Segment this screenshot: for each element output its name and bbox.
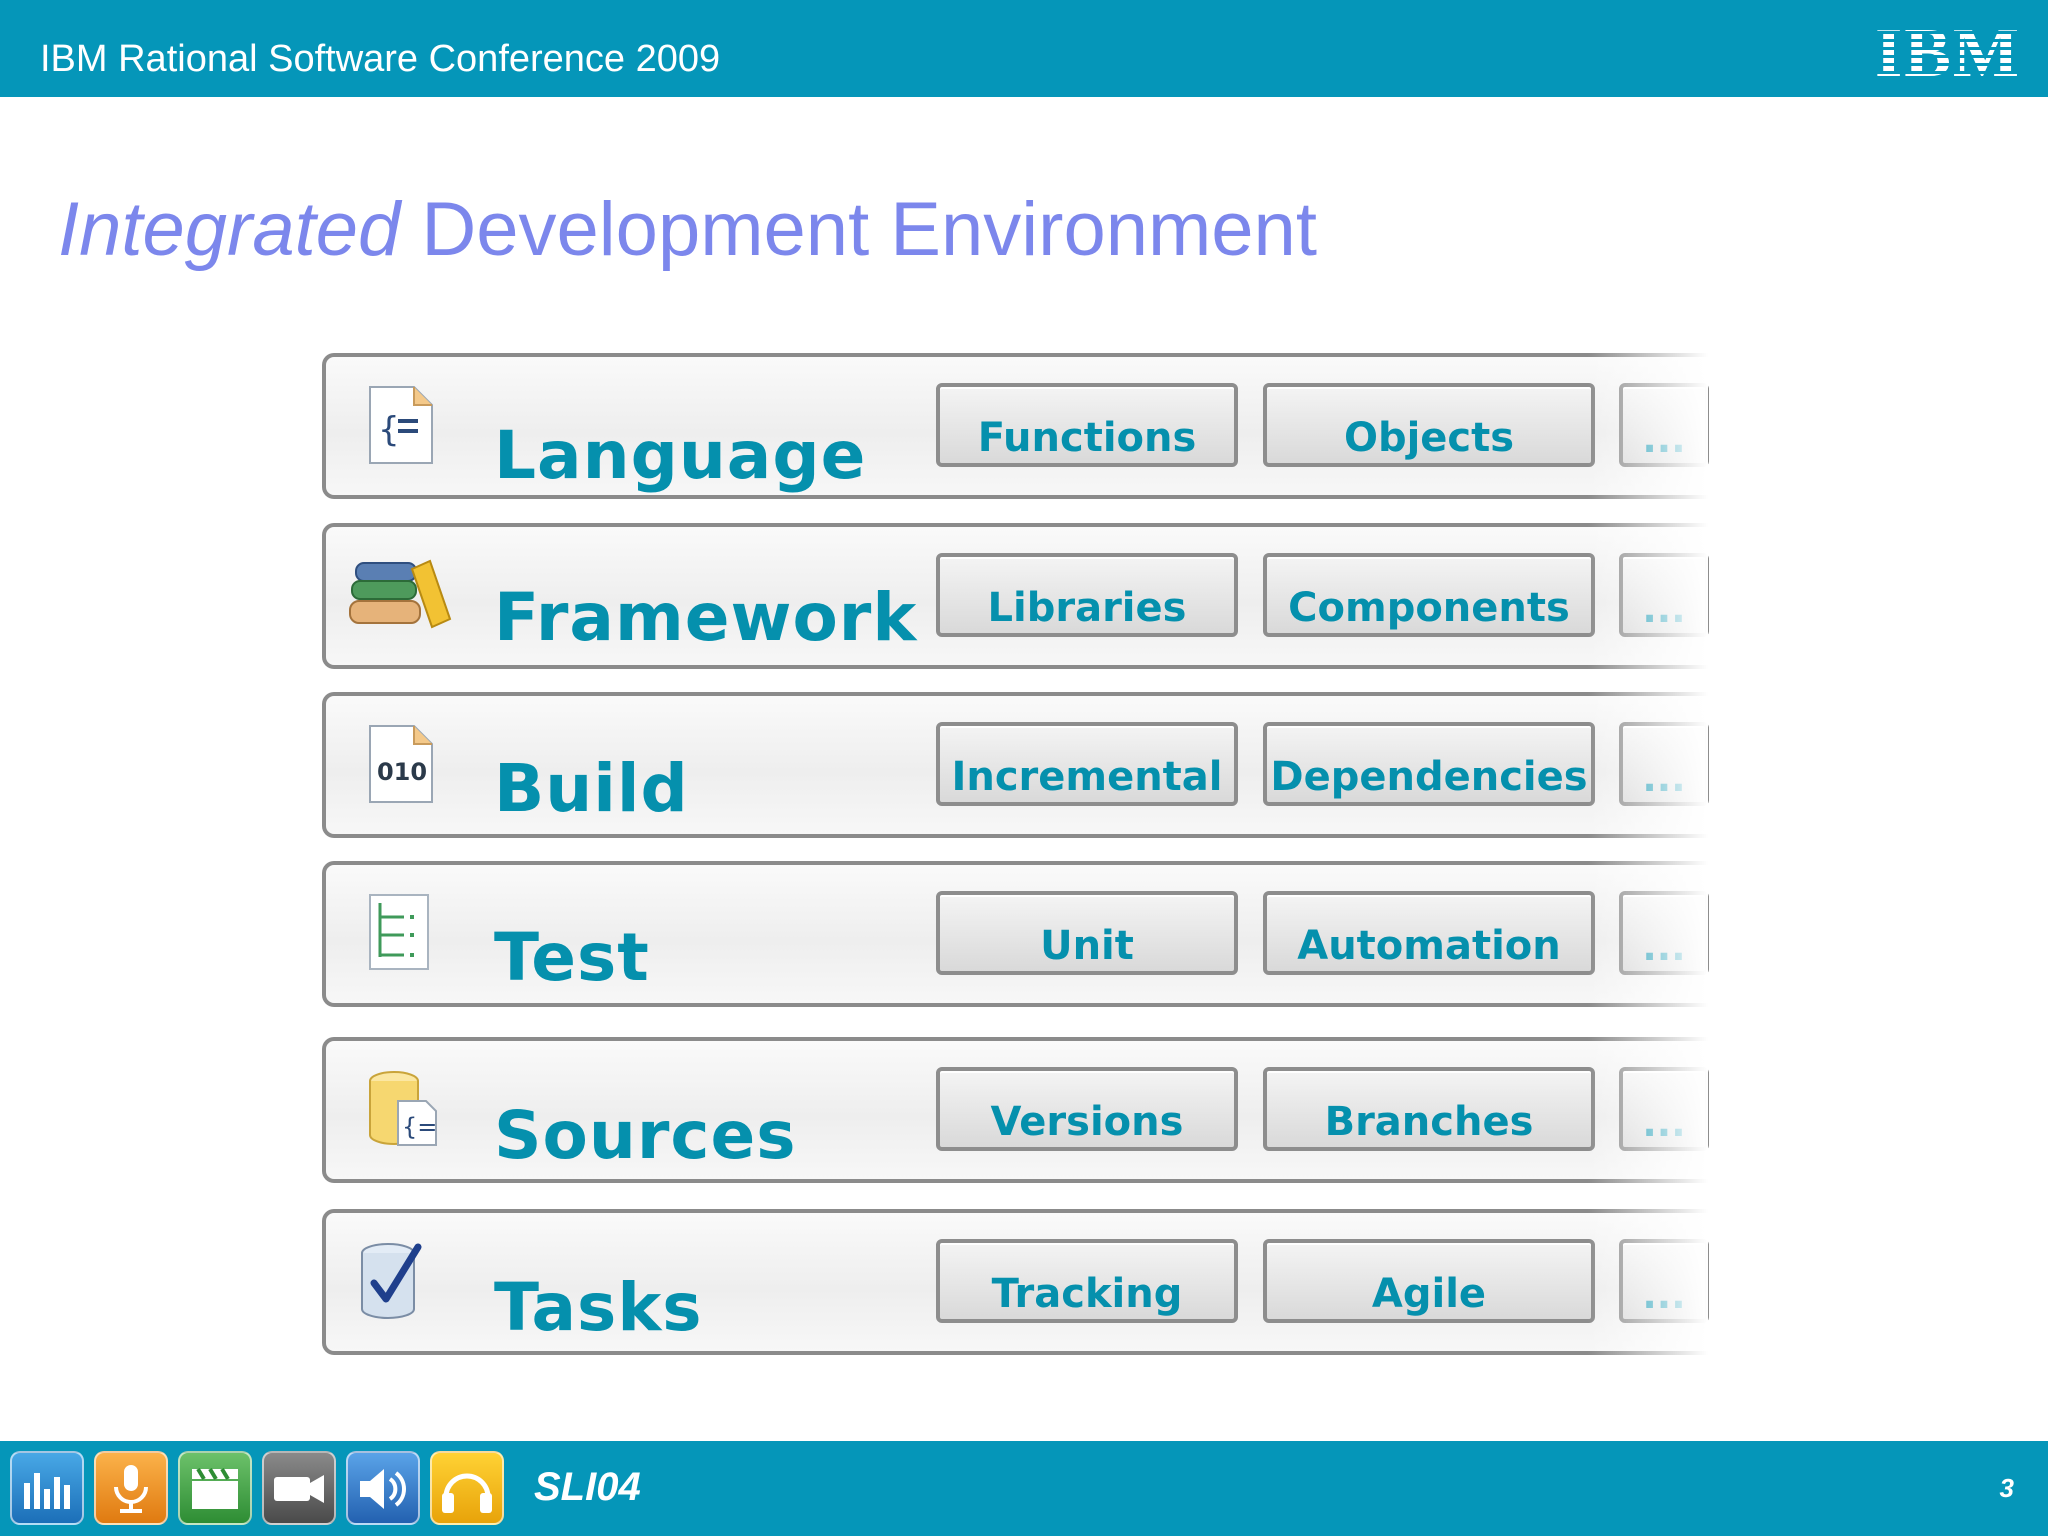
title-italic: Integrated xyxy=(58,187,401,272)
row-label: Test xyxy=(494,919,650,996)
row-test: Test Unit Automation ... xyxy=(322,861,1709,1007)
row-framework: Framework Libraries Components ... xyxy=(322,523,1709,669)
ibm-logo: IBM xyxy=(1875,18,2021,82)
header-bar: IBM Rational Software Conference 2009 IB… xyxy=(0,0,2048,97)
chip-incremental[interactable]: Incremental xyxy=(936,722,1238,806)
task-check-icon xyxy=(361,1243,422,1319)
books-icon xyxy=(349,559,452,629)
chip-dependencies[interactable]: Dependencies xyxy=(1263,722,1595,806)
chip-agile[interactable]: Agile xyxy=(1263,1239,1595,1323)
chip-tracking[interactable]: Tracking xyxy=(936,1239,1238,1323)
slide-title: Integrated Development Environment xyxy=(58,186,1317,273)
binary-file-icon: 010 xyxy=(369,725,433,803)
svg-text:IBM: IBM xyxy=(1875,18,2021,82)
row-sources: {= Sources Versions Branches ... xyxy=(322,1037,1709,1183)
chip-more[interactable]: ... xyxy=(1619,1067,1709,1151)
chip-libraries[interactable]: Libraries xyxy=(936,553,1238,637)
test-tree-icon xyxy=(369,894,429,970)
video-camera-icon[interactable] xyxy=(262,1451,336,1525)
clapperboard-icon[interactable] xyxy=(178,1451,252,1525)
svg-text:{=: {= xyxy=(402,1113,437,1141)
chip-components[interactable]: Components xyxy=(1263,553,1595,637)
row-label: Framework xyxy=(494,579,918,656)
speaker-icon[interactable] xyxy=(346,1451,420,1525)
chip-functions[interactable]: Functions xyxy=(936,383,1238,467)
chip-more[interactable]: ... xyxy=(1619,553,1709,637)
chip-versions[interactable]: Versions xyxy=(936,1067,1238,1151)
row-label: Tasks xyxy=(494,1269,703,1346)
chip-more[interactable]: ... xyxy=(1619,722,1709,806)
session-code: SLI04 xyxy=(534,1465,641,1509)
headphones-icon[interactable] xyxy=(430,1451,504,1525)
row-label: Sources xyxy=(494,1097,797,1174)
binary-label: 010 xyxy=(377,758,427,786)
row-label: Language xyxy=(494,417,867,494)
row-label: Build xyxy=(494,750,689,827)
chip-objects[interactable]: Objects xyxy=(1263,383,1595,467)
page-number: 3 xyxy=(1999,1473,2014,1503)
chip-branches[interactable]: Branches xyxy=(1263,1067,1595,1151)
microphone-icon[interactable] xyxy=(94,1451,168,1525)
chip-automation[interactable]: Automation xyxy=(1263,891,1595,975)
row-build: 010 Build Incremental Dependencies ... xyxy=(322,692,1709,838)
svg-text:{: { xyxy=(378,410,400,450)
row-tasks: Tasks Tracking Agile ... xyxy=(322,1209,1709,1355)
row-language: { Language Functions Objects ... xyxy=(322,353,1709,499)
conference-title: IBM Rational Software Conference 2009 xyxy=(40,38,721,80)
title-rest: Development Environment xyxy=(400,187,1317,272)
repository-icon: {= xyxy=(369,1071,437,1146)
chip-more[interactable]: ... xyxy=(1619,1239,1709,1323)
chip-more[interactable]: ... xyxy=(1619,383,1709,467)
footer-bar: SLI04 3 xyxy=(0,1441,2048,1536)
chip-more[interactable]: ... xyxy=(1619,891,1709,975)
code-file-icon: { xyxy=(369,386,433,464)
equalizer-icon[interactable] xyxy=(10,1451,84,1525)
chip-unit[interactable]: Unit xyxy=(936,891,1238,975)
